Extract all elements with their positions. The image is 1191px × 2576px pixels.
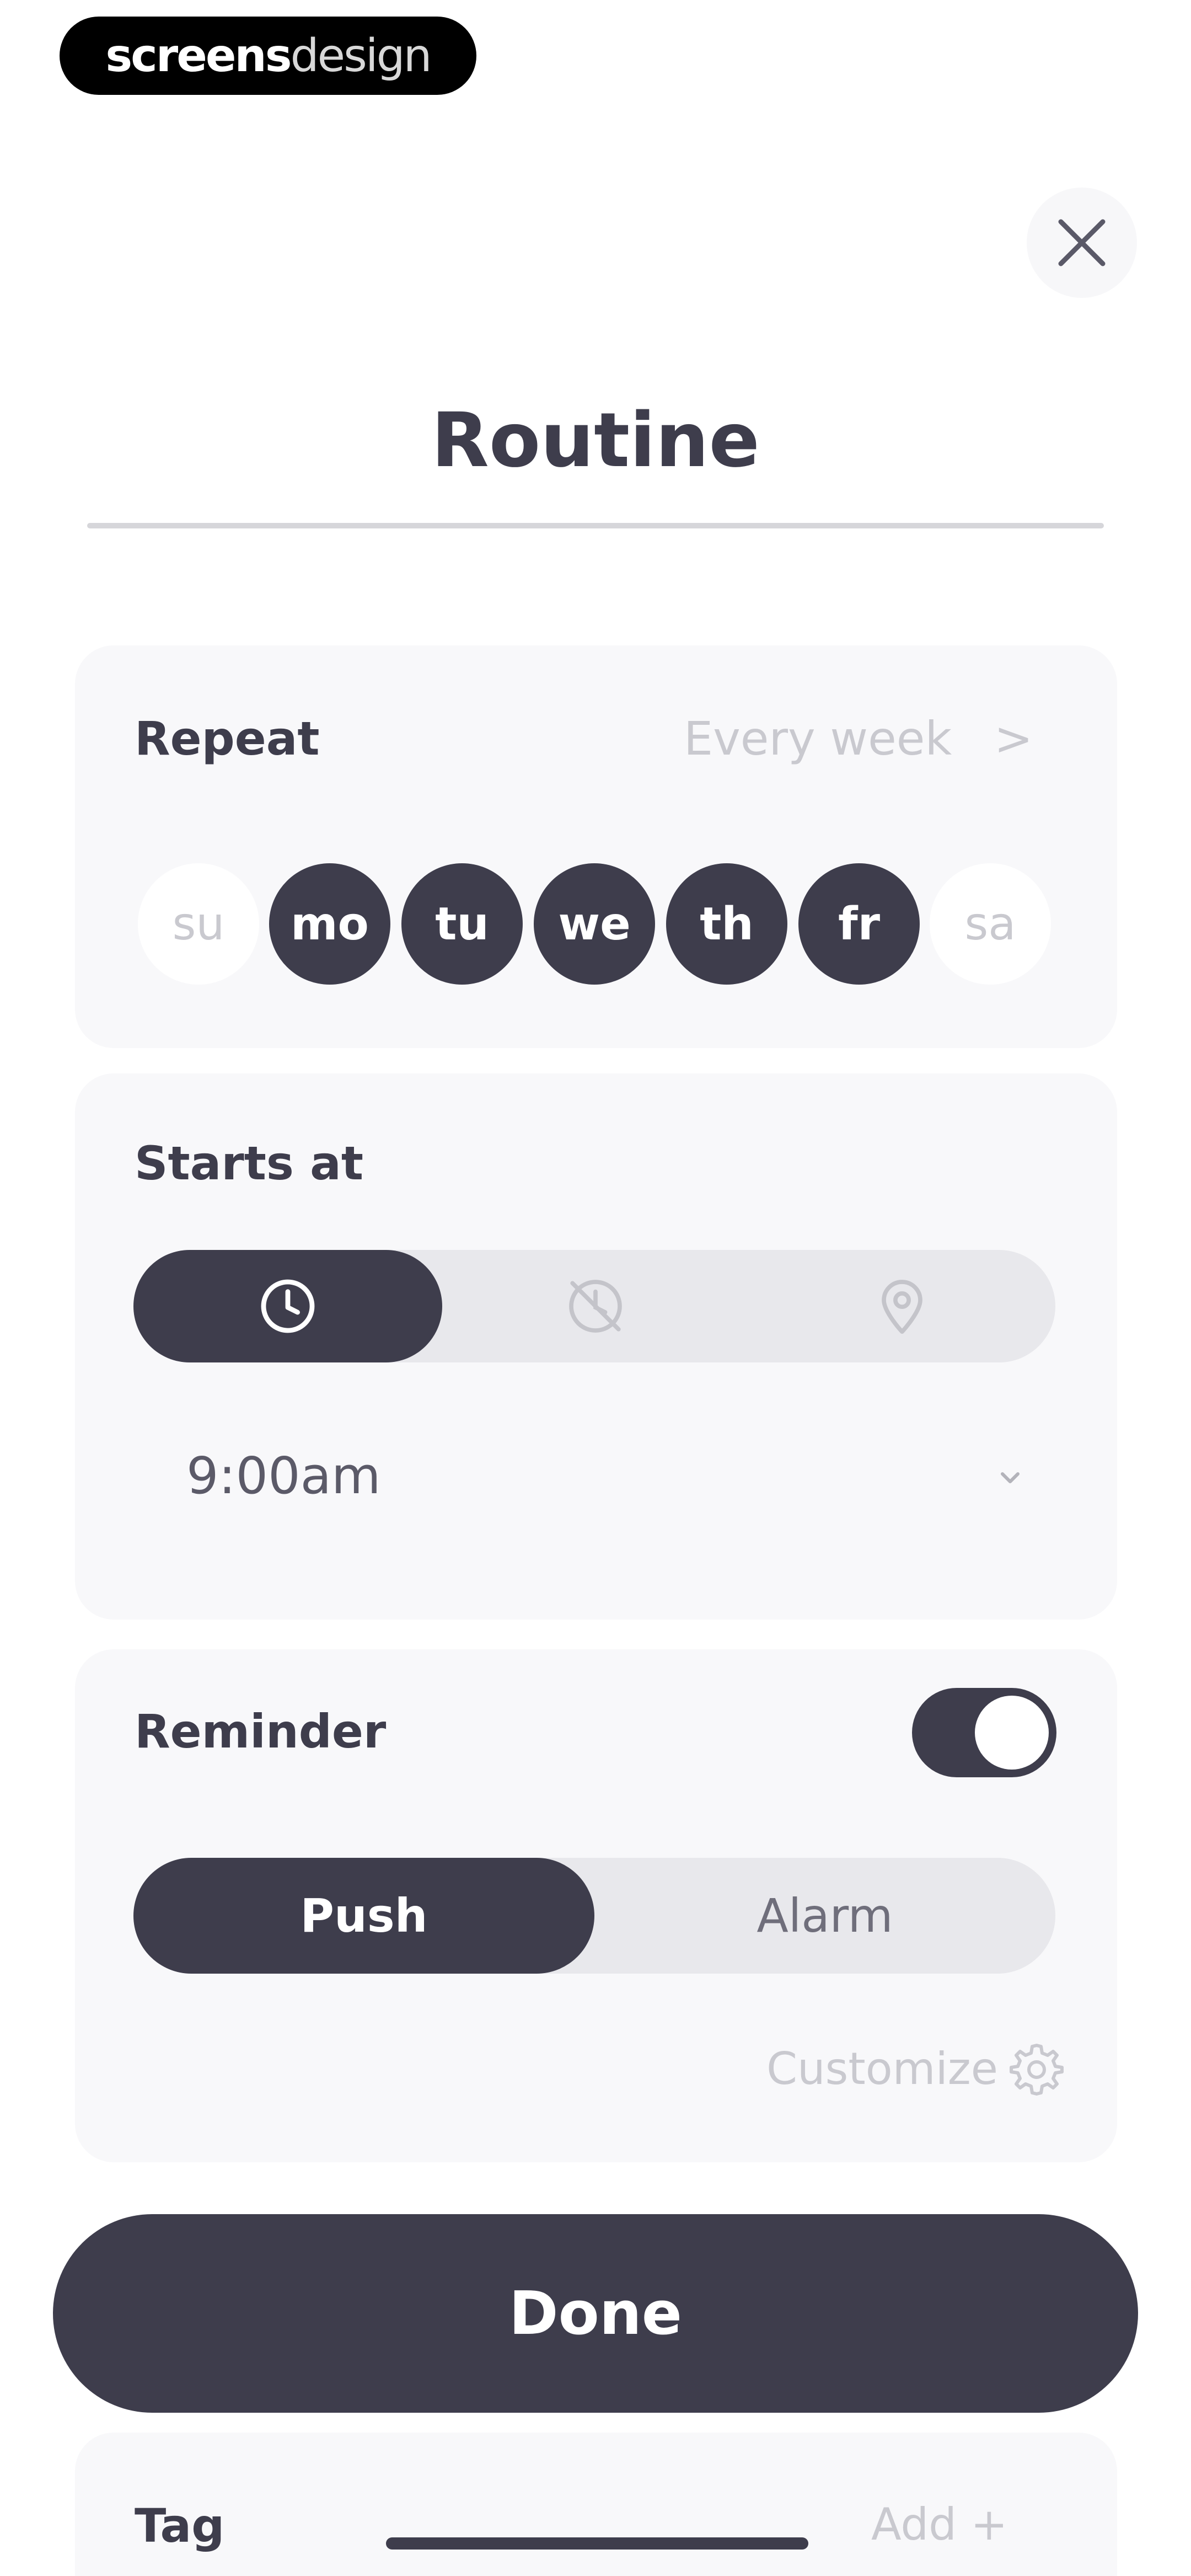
page-title: Routine: [431, 397, 760, 484]
gear-icon: [1010, 2044, 1064, 2096]
repeat-frequency-value: Every week: [684, 712, 952, 766]
day-label: tu: [435, 897, 489, 950]
day-label: fr: [838, 897, 881, 950]
push-label: Push: [300, 1889, 428, 1943]
day-label: su: [172, 897, 225, 950]
watermark-part2: design: [290, 29, 432, 82]
day-label: th: [700, 897, 754, 950]
start-mode-time[interactable]: [133, 1250, 442, 1362]
toggle-knob: [975, 1696, 1049, 1770]
start-mode-anytime[interactable]: [442, 1250, 749, 1362]
customize-link[interactable]: Customize: [739, 2035, 1064, 2102]
repeat-card: [75, 645, 1117, 1048]
starts-at-label: Starts at: [135, 1136, 363, 1190]
tag-add-button[interactable]: Add +: [871, 2499, 1007, 2550]
clock-off-icon: [569, 1280, 622, 1333]
screensdesign-watermark: screens design: [60, 17, 476, 95]
day-label: mo: [291, 897, 369, 950]
clock-icon: [261, 1279, 315, 1333]
reminder-type-alarm[interactable]: Alarm: [594, 1858, 1055, 1974]
day-mo[interactable]: mo: [269, 863, 390, 985]
repeat-frequency[interactable]: Every week >: [684, 712, 1033, 766]
chevron-right-icon: >: [994, 712, 1033, 766]
day-label: sa: [964, 897, 1016, 950]
reminder-label: Reminder: [135, 1704, 387, 1759]
reminder-type-push[interactable]: Push: [133, 1858, 594, 1974]
repeat-label: Repeat: [135, 712, 320, 766]
day-th[interactable]: th: [666, 863, 787, 985]
start-time-value: 9:00am: [186, 1446, 381, 1505]
close-button[interactable]: [1027, 188, 1137, 298]
start-mode-location[interactable]: [749, 1250, 1055, 1362]
alarm-label: Alarm: [757, 1889, 893, 1943]
location-pin-icon: [882, 1280, 922, 1334]
customize-label: Customize: [766, 2043, 998, 2094]
day-label: we: [558, 897, 631, 950]
day-sa[interactable]: sa: [930, 863, 1051, 985]
watermark-part1: screens: [105, 29, 292, 82]
home-indicator: [386, 2537, 808, 2550]
day-fr[interactable]: fr: [798, 863, 920, 985]
reminder-toggle[interactable]: [912, 1688, 1056, 1777]
day-we[interactable]: we: [534, 863, 655, 985]
start-time-select[interactable]: 9:00am: [133, 1434, 1055, 1522]
title-divider: [87, 523, 1104, 528]
tag-label: Tag: [135, 2499, 225, 2553]
day-tu[interactable]: tu: [401, 863, 523, 985]
chevron-down-icon: [1001, 1472, 1020, 1483]
close-icon: [1058, 219, 1106, 266]
done-button[interactable]: Done: [53, 2214, 1138, 2413]
day-su[interactable]: su: [138, 863, 259, 985]
